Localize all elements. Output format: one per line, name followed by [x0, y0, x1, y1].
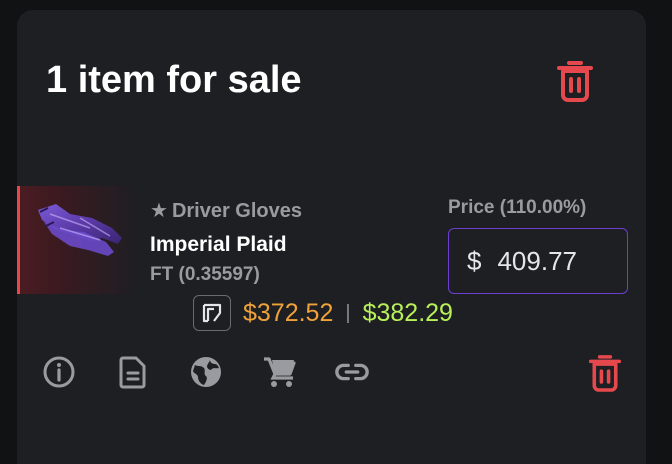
gloves-image: [38, 204, 122, 256]
market-prices: $372.52 | $382.29: [193, 295, 453, 331]
price-input[interactable]: [497, 245, 608, 277]
clear-all-button[interactable]: [554, 58, 596, 104]
item-type: ★ Driver Gloves: [150, 200, 302, 222]
trash-icon: [588, 355, 622, 392]
globe-icon: [191, 357, 221, 387]
info-icon: [43, 356, 75, 388]
cart-button[interactable]: [261, 354, 297, 390]
item-name: Imperial Plaid: [150, 233, 287, 256]
price-field[interactable]: $: [448, 228, 628, 294]
market-logo-glyph: [202, 303, 222, 323]
market-price-b: $382.29: [362, 299, 453, 327]
star-icon: ★: [150, 200, 168, 222]
info-button[interactable]: [41, 354, 77, 390]
page-title: 1 item for sale: [46, 59, 302, 101]
link-button[interactable]: [334, 354, 370, 390]
market-price-a: $372.52: [243, 299, 334, 327]
cart-icon: [264, 357, 296, 387]
document-icon: [119, 356, 146, 389]
item-thumbnail[interactable]: [17, 186, 137, 294]
item-type-label: Driver Gloves: [171, 200, 303, 222]
link-icon: [335, 363, 369, 381]
price-label: Price (110.00%): [448, 197, 587, 218]
trash-icon: [557, 61, 593, 102]
price-separator: |: [345, 301, 351, 324]
globe-button[interactable]: [188, 354, 224, 390]
item-wear: FT (0.35597): [150, 264, 260, 285]
remove-item-button[interactable]: [585, 352, 625, 394]
details-button[interactable]: [115, 354, 151, 390]
currency-symbol: $: [467, 246, 482, 276]
market-logo-icon[interactable]: [193, 295, 231, 331]
